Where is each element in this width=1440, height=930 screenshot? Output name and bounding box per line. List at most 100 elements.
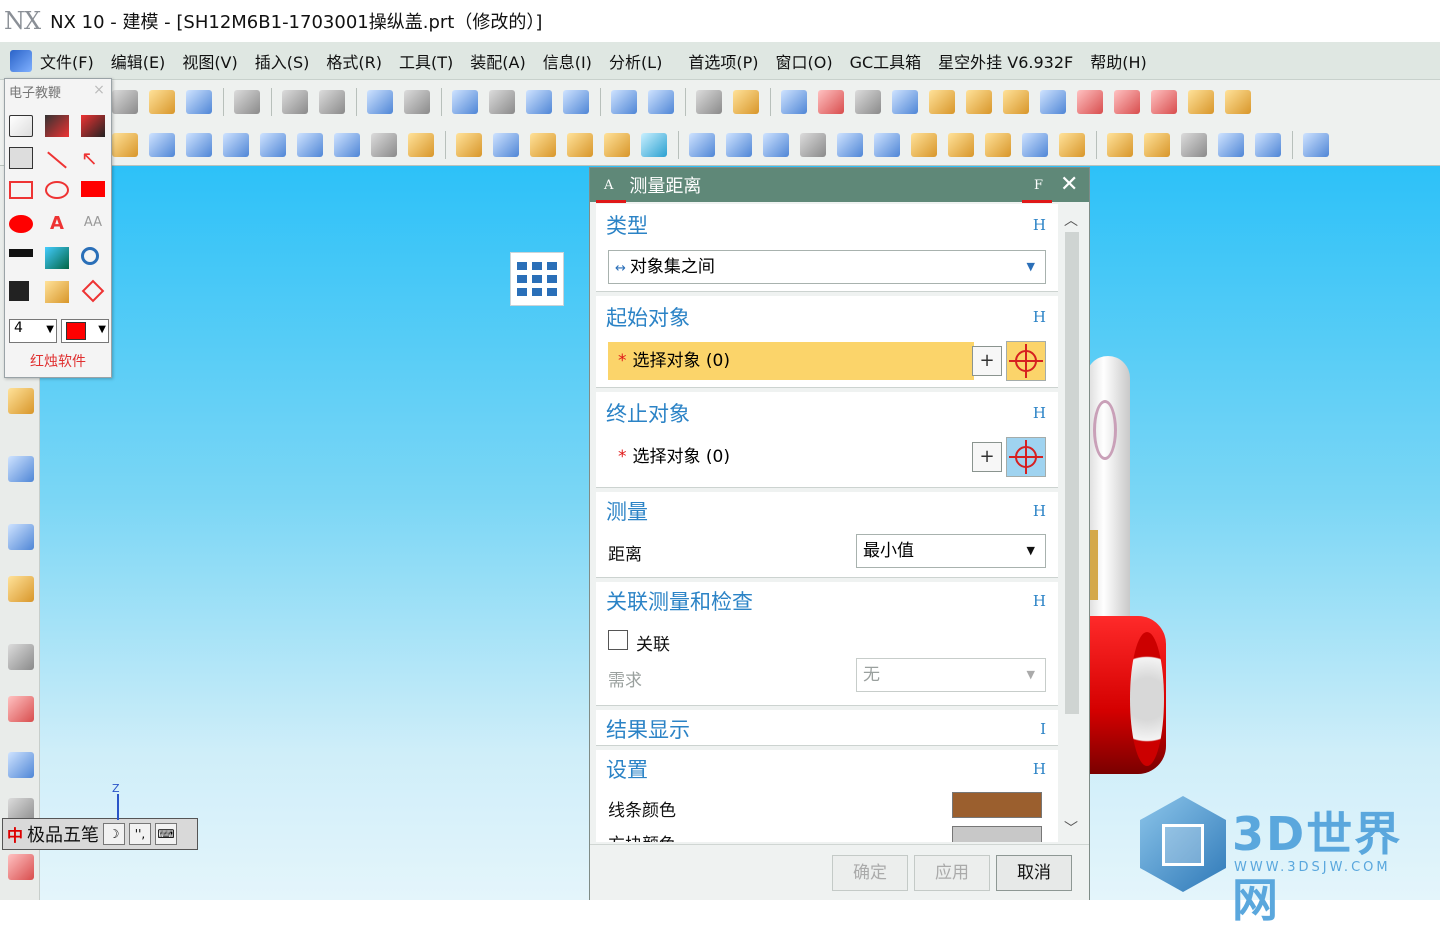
ok-button[interactable]: 确定 bbox=[832, 855, 908, 891]
menu-insert[interactable]: 插入(S) bbox=[255, 49, 310, 73]
surface-icon[interactable] bbox=[1144, 132, 1170, 157]
fillet-icon[interactable] bbox=[1218, 132, 1244, 157]
section-settings-title[interactable]: 设置 bbox=[606, 754, 648, 784]
section-assoc-title[interactable]: 关联测量和检查 bbox=[606, 586, 753, 616]
boss-icon[interactable] bbox=[260, 132, 286, 157]
scroll-down-icon[interactable]: ﹀ bbox=[1064, 818, 1078, 838]
circular-pattern-icon[interactable] bbox=[530, 132, 556, 157]
cancel-button[interactable]: 取消 bbox=[996, 855, 1072, 891]
menu-file[interactable]: 文件(F) bbox=[40, 49, 94, 73]
split-body-icon[interactable] bbox=[874, 132, 900, 157]
clear-icon[interactable] bbox=[81, 115, 105, 137]
shell-icon[interactable] bbox=[726, 132, 752, 157]
distance-dropdown[interactable]: 最小值 ▼ bbox=[856, 534, 1046, 568]
save-drawing-icon[interactable] bbox=[9, 281, 29, 301]
eraser-icon[interactable] bbox=[9, 115, 33, 137]
sketch-icon[interactable] bbox=[1059, 132, 1085, 157]
render-style-icon[interactable] bbox=[489, 90, 515, 114]
requirement-dropdown[interactable]: 无 ▼ bbox=[856, 658, 1046, 692]
menu-window[interactable]: 窗口(O) bbox=[775, 49, 832, 73]
redo-icon[interactable] bbox=[319, 90, 345, 114]
trim-body-icon[interactable] bbox=[837, 132, 863, 157]
thread-icon[interactable] bbox=[689, 132, 715, 157]
open-drawing-icon[interactable] bbox=[45, 281, 69, 303]
menu-view[interactable]: 视图(V) bbox=[182, 49, 237, 73]
toolbox-close-button[interactable]: × bbox=[89, 82, 109, 104]
emboss-icon[interactable] bbox=[456, 132, 482, 157]
measure-distance-icon[interactable] bbox=[781, 90, 807, 114]
pen-color-select[interactable]: ▼ bbox=[61, 319, 109, 343]
open-folder-icon[interactable] bbox=[149, 90, 175, 114]
reuse-library-icon[interactable] bbox=[8, 576, 34, 602]
measure-length-icon[interactable] bbox=[855, 90, 881, 114]
point-icon[interactable] bbox=[641, 132, 667, 157]
unite-icon[interactable] bbox=[604, 132, 630, 157]
measure-body-icon[interactable] bbox=[1003, 90, 1029, 114]
sweep-icon[interactable] bbox=[800, 132, 826, 157]
block-icon[interactable] bbox=[149, 132, 175, 157]
arrow-tool-icon[interactable]: ↖ bbox=[81, 147, 105, 169]
ime-punctuation-icon[interactable]: '', bbox=[129, 823, 152, 845]
close-icon[interactable]: ✕ bbox=[1060, 172, 1078, 197]
section-type-title[interactable]: 类型 bbox=[606, 210, 648, 240]
menu-preferences[interactable]: 首选项(P) bbox=[688, 49, 758, 73]
command-finder-icon[interactable] bbox=[367, 90, 393, 114]
section-view-icon[interactable] bbox=[648, 90, 674, 114]
command-grid-button[interactable] bbox=[510, 252, 564, 306]
section-start-title[interactable]: 起始对象 bbox=[606, 302, 690, 332]
layer-settings-icon[interactable] bbox=[696, 90, 722, 114]
scroll-thumb[interactable] bbox=[1065, 232, 1079, 714]
rectangle-outline-icon[interactable] bbox=[9, 181, 33, 199]
reflection-icon[interactable] bbox=[1114, 90, 1140, 114]
save-icon[interactable] bbox=[186, 90, 212, 114]
menu-help[interactable]: 帮助(H) bbox=[1090, 49, 1147, 73]
blend-icon[interactable] bbox=[948, 132, 974, 157]
line-width-select[interactable]: 4 ▼ bbox=[9, 319, 57, 343]
face-analysis-icon[interactable] bbox=[1077, 90, 1103, 114]
shaded-cube-icon[interactable] bbox=[526, 90, 552, 114]
undo-icon[interactable] bbox=[282, 90, 308, 114]
menu-info[interactable]: 信息(I) bbox=[543, 49, 592, 73]
end-select-object[interactable]: * 选择对象 (0) bbox=[608, 438, 974, 476]
marker-icon[interactable] bbox=[45, 115, 69, 137]
font-tool-icon[interactable]: AA bbox=[81, 215, 105, 237]
start-select-object[interactable]: * 选择对象 (0) bbox=[608, 342, 974, 380]
ruler-icon[interactable] bbox=[929, 90, 955, 114]
array-icon[interactable] bbox=[567, 132, 593, 157]
chamfer-icon[interactable] bbox=[911, 132, 937, 157]
dialog-scrollbar[interactable]: ︿ ﹀ bbox=[1062, 202, 1084, 842]
menu-format[interactable]: 格式(R) bbox=[326, 49, 382, 73]
wcs-icon[interactable] bbox=[733, 90, 759, 114]
delete-icon[interactable] bbox=[234, 90, 260, 114]
sphere-icon[interactable] bbox=[1255, 132, 1281, 157]
line-tool-icon[interactable] bbox=[47, 151, 67, 169]
web-browser-icon[interactable] bbox=[8, 524, 34, 550]
pocket-icon[interactable] bbox=[297, 132, 323, 157]
end-crosshair-button[interactable] bbox=[1006, 437, 1046, 477]
measure-arc-icon[interactable] bbox=[892, 90, 918, 114]
body-icon[interactable] bbox=[1107, 132, 1133, 157]
section-end-title[interactable]: 终止对象 bbox=[606, 398, 690, 428]
dialog-title-bar[interactable]: A 测量距离 F ✕ bbox=[590, 168, 1089, 202]
new-file-icon[interactable] bbox=[112, 90, 138, 114]
ime-name[interactable]: 极品五笔 bbox=[27, 821, 99, 847]
roles-icon[interactable] bbox=[8, 752, 34, 778]
mirror-icon[interactable] bbox=[1022, 132, 1048, 157]
text-tool-icon[interactable]: A bbox=[45, 213, 69, 235]
scroll-up-icon[interactable]: ︿ bbox=[1064, 210, 1078, 230]
pattern-icon[interactable] bbox=[493, 132, 519, 157]
mesh-icon[interactable] bbox=[1181, 132, 1207, 157]
draft-icon[interactable] bbox=[985, 132, 1011, 157]
print-icon[interactable] bbox=[8, 854, 34, 880]
slope-analysis-icon[interactable] bbox=[1151, 90, 1177, 114]
apply-button[interactable]: 应用 bbox=[914, 855, 990, 891]
extrude-icon[interactable] bbox=[112, 132, 138, 157]
screen-capture-icon[interactable] bbox=[45, 247, 69, 269]
line-color-swatch[interactable] bbox=[952, 792, 1042, 818]
draft-analysis-icon[interactable] bbox=[1225, 90, 1251, 114]
local-radius-icon[interactable] bbox=[1040, 90, 1066, 114]
pad-icon[interactable] bbox=[334, 132, 360, 157]
ime-moon-icon[interactable]: ☽ bbox=[103, 823, 126, 845]
block-color-swatch[interactable] bbox=[952, 826, 1042, 842]
section-measure-title[interactable]: 测量 bbox=[606, 496, 648, 526]
